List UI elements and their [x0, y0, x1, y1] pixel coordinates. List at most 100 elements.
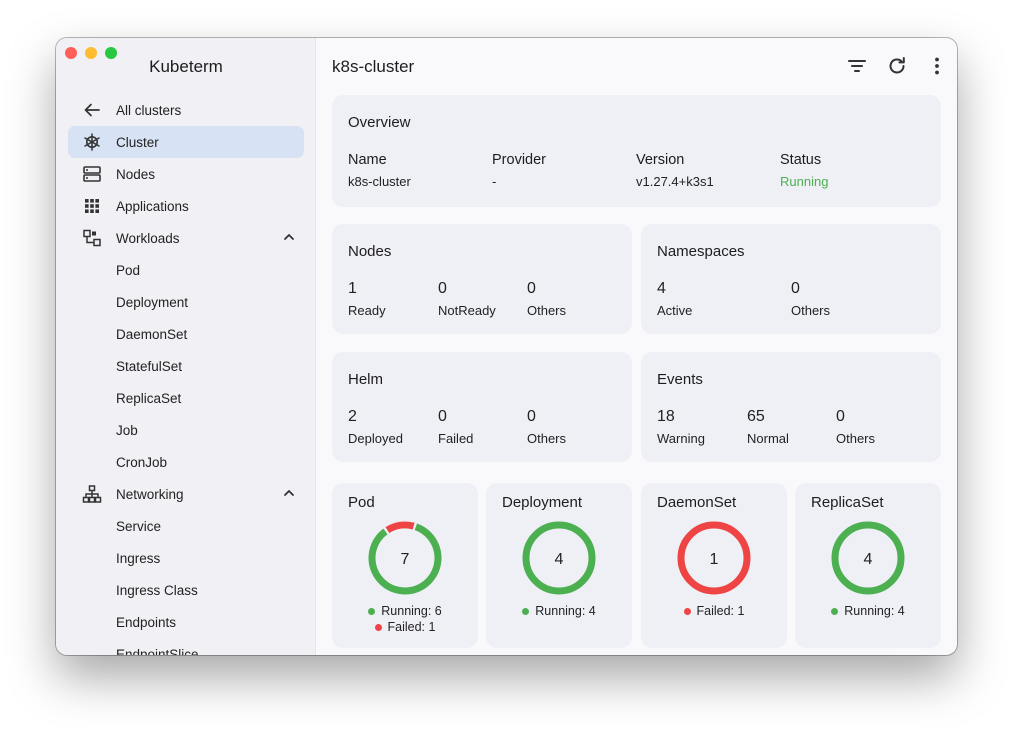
sidebar-item-label: EndpointSlice [116, 647, 199, 655]
sidebar: Kubeterm All clusters Cluster Nodes Appl… [56, 38, 316, 655]
sidebar-item-label: Endpoints [116, 615, 177, 630]
events-others-count: 0 [836, 408, 845, 425]
workload-title: ReplicaSet [811, 494, 884, 511]
workload-title: DaemonSet [657, 494, 737, 511]
sidebar-item-pod[interactable]: Pod [68, 254, 304, 286]
field-label-provider: Provider [492, 152, 546, 168]
nodes-notready-label: NotReady [438, 303, 496, 318]
sidebar-item-cronjob[interactable]: CronJob [68, 446, 304, 478]
sidebar-group-networking[interactable]: Networking [68, 478, 304, 510]
sidebar-item-job[interactable]: Job [68, 414, 304, 446]
server-icon [83, 166, 101, 182]
nodes-card[interactable]: Nodes 1 Ready 0 NotReady 0 Others [332, 224, 632, 334]
page-title: k8s-cluster [332, 57, 415, 76]
namespaces-others-label: Others [791, 303, 831, 318]
sidebar-item-deployment[interactable]: Deployment [68, 286, 304, 318]
chevron-up-icon[interactable] [282, 486, 296, 500]
namespaces-card[interactable]: Namespaces 4 Active 0 Others [641, 224, 941, 334]
legend-dot [831, 607, 839, 615]
pod-workload-card[interactable]: Pod 7 Running: 6 Failed: 1 [332, 483, 478, 648]
workload-title: Pod [348, 494, 375, 511]
overview-title: Overview [348, 114, 411, 131]
sidebar-item-label: Service [116, 519, 162, 534]
nodes-title: Nodes [348, 243, 392, 260]
sidebar-item-endpoints[interactable]: Endpoints [68, 606, 304, 638]
helm-deployed-label: Deployed [348, 431, 403, 446]
helm-card[interactable]: Helm 2 Deployed 0 Failed 0 Others [332, 352, 632, 462]
filter-icon[interactable] [846, 55, 868, 77]
field-value-name: k8s-cluster [348, 174, 411, 189]
overview-card: Overview Name k8s-cluster Provider - Ver… [332, 95, 941, 207]
events-normal-label: Normal [747, 431, 789, 446]
daemonset-donut-chart: 1 [677, 521, 751, 595]
sidebar-item-ingress[interactable]: Ingress [68, 542, 304, 574]
legend-label: Running: 4 [844, 604, 905, 618]
helm-failed-count: 0 [438, 408, 447, 425]
sidebar-item-cluster[interactable]: Cluster [68, 126, 304, 158]
all-clusters-label: All clusters [116, 103, 182, 118]
legend-dot [374, 623, 382, 631]
events-card[interactable]: Events 18 Warning 65 Normal 0 Others [641, 352, 941, 462]
legend-item: Running: 4 [795, 604, 941, 618]
events-title: Events [657, 371, 703, 388]
nodes-notready-count: 0 [438, 280, 447, 297]
legend-item: Failed: 1 [641, 604, 787, 618]
legend-item: Running: 4 [486, 604, 632, 618]
helm-others-label: Others [527, 431, 567, 446]
sidebar-item-label: Ingress Class [116, 583, 198, 598]
chevron-up-icon[interactable] [282, 230, 296, 244]
sidebar-item-label: CronJob [116, 455, 168, 470]
sidebar-item-label: Networking [116, 487, 184, 502]
sidebar-item-applications[interactable]: Applications [68, 190, 304, 222]
events-normal-count: 65 [747, 408, 765, 425]
namespaces-others-count: 0 [791, 280, 800, 297]
workloads-icon [83, 229, 101, 247]
nodes-others-label: Others [527, 303, 567, 318]
donut-total: 7 [401, 551, 410, 568]
all-clusters-link[interactable]: All clusters [68, 94, 304, 126]
sidebar-item-endpointslice[interactable]: EndpointSlice [68, 638, 304, 655]
sidebar-item-label: Workloads [116, 231, 180, 246]
sidebar-item-daemonset[interactable]: DaemonSet [68, 318, 304, 350]
sidebar-item-label: Job [116, 423, 138, 438]
events-warning-label: Warning [657, 431, 705, 446]
namespaces-title: Namespaces [657, 243, 745, 260]
events-warning-count: 18 [657, 408, 675, 425]
donut-total: 4 [864, 551, 873, 568]
sidebar-item-statefulset[interactable]: StatefulSet [68, 350, 304, 382]
sidebar-group-workloads[interactable]: Workloads [68, 222, 304, 254]
sidebar-item-label: Cluster [116, 135, 159, 150]
more-vertical-icon[interactable] [926, 55, 948, 77]
legend-label: Running: 4 [535, 604, 596, 618]
sidebar-item-label: Deployment [116, 295, 189, 310]
deployment-workload-card[interactable]: Deployment 4 Running: 4 [486, 483, 632, 648]
sidebar-item-label: DaemonSet [116, 327, 188, 342]
helm-deployed-count: 2 [348, 408, 357, 425]
field-value-provider: - [492, 174, 497, 189]
sidebar-item-label: ReplicaSet [116, 391, 182, 406]
donut-total: 1 [710, 551, 719, 568]
app-title: Kubeterm [149, 57, 223, 76]
namespaces-active-label: Active [657, 303, 693, 318]
workload-title: Deployment [502, 494, 583, 511]
events-others-label: Others [836, 431, 876, 446]
grid-icon [85, 199, 99, 213]
main-content: k8s-cluster Overview Name k8s-cluster Pr… [316, 38, 957, 655]
sidebar-item-nodes[interactable]: Nodes [68, 158, 304, 190]
sidebar-item-ingress-class[interactable]: Ingress Class [68, 574, 304, 606]
legend-item: Running: 6 [332, 604, 478, 618]
daemonset-workload-card[interactable]: DaemonSet 1 Failed: 1 [641, 483, 787, 648]
sidebar-item-service[interactable]: Service [68, 510, 304, 542]
refresh-icon[interactable] [886, 55, 908, 77]
legend-label: Failed: 1 [696, 604, 745, 618]
legend-label: Running: 6 [381, 604, 442, 618]
nodes-ready-count: 1 [348, 280, 357, 297]
donut-total: 4 [555, 551, 564, 568]
replicaset-workload-card[interactable]: ReplicaSet 4 Running: 4 [795, 483, 941, 648]
namespaces-active-count: 4 [657, 280, 666, 297]
field-label-status: Status [780, 152, 822, 168]
kubernetes-helm-icon [84, 133, 100, 151]
sidebar-item-replicaset[interactable]: ReplicaSet [68, 382, 304, 414]
field-label-name: Name [348, 152, 387, 168]
sidebar-item-label: Nodes [116, 167, 156, 182]
